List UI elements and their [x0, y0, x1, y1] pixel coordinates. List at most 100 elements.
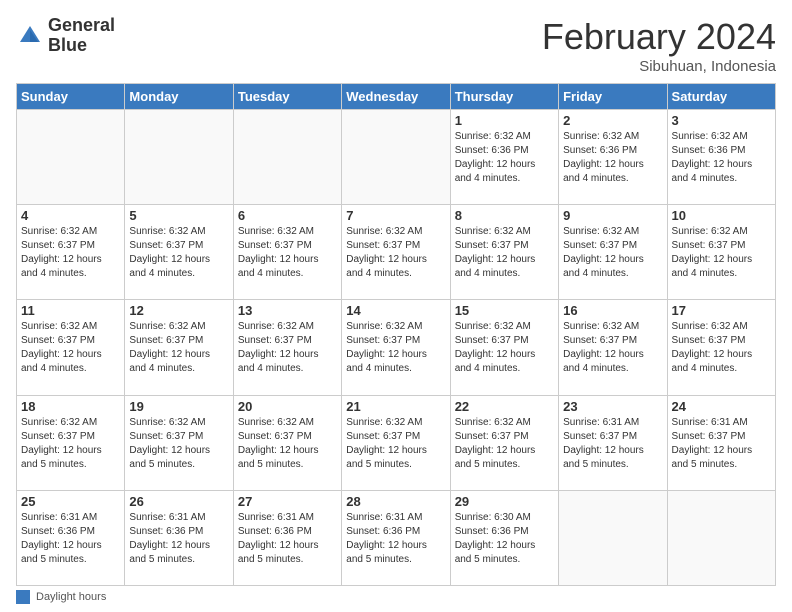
footer: Daylight hours: [16, 590, 776, 604]
calendar-cell: 15Sunrise: 6:32 AMSunset: 6:37 PMDayligh…: [450, 300, 558, 395]
day-info: Sunrise: 6:32 AMSunset: 6:37 PMDaylight:…: [346, 225, 445, 281]
calendar-cell: 27 Sunrise: 6:31 AMSunset: 6:36 PMDayligh…: [233, 490, 341, 585]
day-number: 11: [21, 303, 120, 318]
weekday-header: Tuesday: [233, 84, 341, 110]
calendar-cell: 3Sunrise: 6:32 AMSunset: 6:36 PMDaylight…: [667, 110, 775, 205]
title-block: February 2024 Sibuhuan, Indonesia: [542, 16, 776, 75]
day-info: Sunrise: 6:31 AMSunset: 6:37 PMDaylight:…: [563, 416, 662, 472]
day-info: Sunrise: 6:32 AMSunset: 6:37 PMDaylight:…: [129, 416, 228, 472]
calendar-cell: 13Sunrise: 6:32 AMSunset: 6:37 PMDayligh…: [233, 300, 341, 395]
day-info: Sunrise: 6:32 AMSunset: 6:37 PMDaylight:…: [672, 320, 771, 376]
logo-line1: General: [48, 16, 115, 36]
daylight-legend-label: Daylight hours: [36, 591, 106, 603]
day-number: 1: [455, 113, 554, 128]
day-number: 20: [238, 399, 337, 414]
month-title: February 2024: [542, 16, 776, 58]
day-number: 4: [21, 208, 120, 223]
location: Sibuhuan, Indonesia: [542, 58, 776, 75]
weekday-header: Saturday: [667, 84, 775, 110]
day-number: 8: [455, 208, 554, 223]
daylight-legend-box: [16, 590, 30, 604]
calendar-cell: [233, 110, 341, 205]
day-number: 16: [563, 303, 662, 318]
day-info: Sunrise: 6:32 AMSunset: 6:37 PMDaylight:…: [346, 320, 445, 376]
day-number: 13: [238, 303, 337, 318]
calendar-cell: 18 Sunrise: 6:32 AMSunset: 6:37 PMDayligh…: [17, 395, 125, 490]
day-number: 19: [129, 399, 228, 414]
calendar-cell: 17 Sunrise: 6:32 AMSunset: 6:37 PMDayligh…: [667, 300, 775, 395]
calendar-cell: 16Sunrise: 6:32 AMSunset: 6:37 PMDayligh…: [559, 300, 667, 395]
calendar-cell: 1 Sunrise: 6:32 AMSunset: 6:36 PMDaylight…: [450, 110, 558, 205]
calendar-week-row: 4 Sunrise: 6:32 AMSunset: 6:37 PMDaylight…: [17, 205, 776, 300]
calendar-cell: 25 Sunrise: 6:31 AMSunset: 6:36 PMDayligh…: [17, 490, 125, 585]
calendar-cell: [667, 490, 775, 585]
calendar-cell: 11 Sunrise: 6:32 AMSunset: 6:37 PMDayligh…: [17, 300, 125, 395]
day-number: 18: [21, 399, 120, 414]
day-info: Sunrise: 6:32 AMSunset: 6:37 PMDaylight:…: [129, 320, 228, 376]
day-info: Sunrise: 6:32 AMSunset: 6:37 PMDaylight:…: [21, 225, 120, 281]
calendar-cell: [125, 110, 233, 205]
calendar-cell: 29 Sunrise: 6:30 AMSunset: 6:36 PMDayligh…: [450, 490, 558, 585]
weekday-header: Wednesday: [342, 84, 450, 110]
calendar-cell: 6 Sunrise: 6:32 AMSunset: 6:37 PMDaylight…: [233, 205, 341, 300]
calendar-cell: 19 Sunrise: 6:32 AMSunset: 6:37 PMDayligh…: [125, 395, 233, 490]
calendar-cell: 4 Sunrise: 6:32 AMSunset: 6:37 PMDaylight…: [17, 205, 125, 300]
day-info: Sunrise: 6:31 AMSunset: 6:36 PMDaylight:…: [238, 511, 337, 567]
day-info: Sunrise: 6:32 AMSunset: 6:37 PMDaylight:…: [129, 225, 228, 281]
day-number: 10: [672, 208, 771, 223]
weekday-header: Thursday: [450, 84, 558, 110]
day-info: Sunrise: 6:32 AMSunset: 6:37 PMDaylight:…: [21, 416, 120, 472]
day-info: Sunrise: 6:32 AMSunset: 6:37 PMDaylight:…: [21, 320, 120, 376]
day-number: 29: [455, 494, 554, 509]
calendar-cell: 12 Sunrise: 6:32 AMSunset: 6:37 PMDayligh…: [125, 300, 233, 395]
header: General Blue February 2024 Sibuhuan, Ind…: [16, 16, 776, 75]
calendar-cell: 5 Sunrise: 6:32 AMSunset: 6:37 PMDaylight…: [125, 205, 233, 300]
calendar-table: SundayMondayTuesdayWednesdayThursdayFrid…: [16, 83, 776, 586]
day-number: 2: [563, 113, 662, 128]
day-number: 6: [238, 208, 337, 223]
logo-line2: Blue: [48, 36, 115, 56]
logo: General Blue: [16, 16, 115, 56]
day-number: 25: [21, 494, 120, 509]
day-number: 27: [238, 494, 337, 509]
day-info: Sunrise: 6:32 AMSunset: 6:37 PMDaylight:…: [563, 225, 662, 281]
day-info: Sunrise: 6:30 AMSunset: 6:36 PMDaylight:…: [455, 511, 554, 567]
day-info: Sunrise: 6:32 AMSunset: 6:36 PMDaylight:…: [455, 130, 554, 186]
calendar-week-row: 25 Sunrise: 6:31 AMSunset: 6:36 PMDayligh…: [17, 490, 776, 585]
calendar-cell: 24Sunrise: 6:31 AMSunset: 6:37 PMDayligh…: [667, 395, 775, 490]
day-number: 14: [346, 303, 445, 318]
day-info: Sunrise: 6:32 AMSunset: 6:37 PMDaylight:…: [238, 416, 337, 472]
day-info: Sunrise: 6:32 AMSunset: 6:37 PMDaylight:…: [238, 225, 337, 281]
day-number: 28: [346, 494, 445, 509]
day-number: 7: [346, 208, 445, 223]
day-info: Sunrise: 6:32 AMSunset: 6:37 PMDaylight:…: [455, 225, 554, 281]
day-number: 24: [672, 399, 771, 414]
calendar-cell: 22Sunrise: 6:32 AMSunset: 6:37 PMDayligh…: [450, 395, 558, 490]
calendar-cell: 10 Sunrise: 6:32 AMSunset: 6:37 PMDayligh…: [667, 205, 775, 300]
calendar-cell: [17, 110, 125, 205]
calendar-cell: 20 Sunrise: 6:32 AMSunset: 6:37 PMDayligh…: [233, 395, 341, 490]
day-info: Sunrise: 6:32 AMSunset: 6:37 PMDaylight:…: [346, 416, 445, 472]
calendar-cell: 7 Sunrise: 6:32 AMSunset: 6:37 PMDaylight…: [342, 205, 450, 300]
day-info: Sunrise: 6:32 AMSunset: 6:36 PMDaylight:…: [563, 130, 662, 186]
day-number: 17: [672, 303, 771, 318]
day-number: 15: [455, 303, 554, 318]
calendar-week-row: 1 Sunrise: 6:32 AMSunset: 6:36 PMDaylight…: [17, 110, 776, 205]
calendar-cell: 28Sunrise: 6:31 AMSunset: 6:36 PMDayligh…: [342, 490, 450, 585]
day-number: 26: [129, 494, 228, 509]
logo-icon: [16, 22, 44, 50]
calendar-cell: 9Sunrise: 6:32 AMSunset: 6:37 PMDaylight…: [559, 205, 667, 300]
day-info: Sunrise: 6:31 AMSunset: 6:36 PMDaylight:…: [21, 511, 120, 567]
calendar-week-row: 18 Sunrise: 6:32 AMSunset: 6:37 PMDayligh…: [17, 395, 776, 490]
calendar-week-row: 11 Sunrise: 6:32 AMSunset: 6:37 PMDayligh…: [17, 300, 776, 395]
day-number: 5: [129, 208, 228, 223]
calendar-cell: 14 Sunrise: 6:32 AMSunset: 6:37 PMDayligh…: [342, 300, 450, 395]
calendar-cell: [342, 110, 450, 205]
day-number: 12: [129, 303, 228, 318]
logo-text: General Blue: [48, 16, 115, 56]
day-number: 3: [672, 113, 771, 128]
day-number: 21: [346, 399, 445, 414]
day-info: Sunrise: 6:32 AMSunset: 6:37 PMDaylight:…: [672, 225, 771, 281]
weekday-header-row: SundayMondayTuesdayWednesdayThursdayFrid…: [17, 84, 776, 110]
calendar-cell: [559, 490, 667, 585]
